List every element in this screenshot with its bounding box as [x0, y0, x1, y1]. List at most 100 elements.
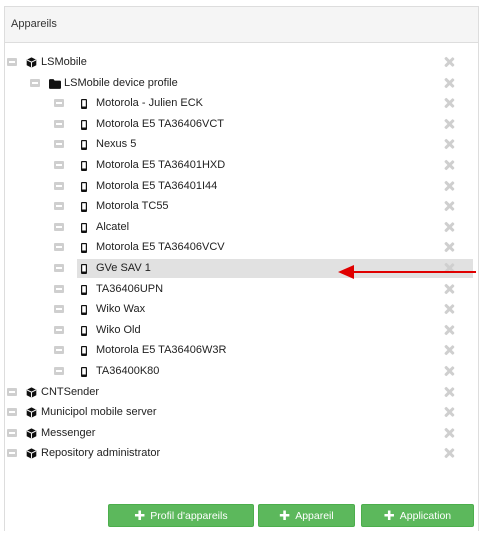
delete-icon[interactable] — [444, 387, 454, 397]
device-icon — [81, 202, 87, 213]
collapse-toggle-icon[interactable] — [54, 263, 64, 272]
delete-icon[interactable] — [444, 222, 454, 232]
device-icon — [81, 222, 87, 233]
tree-node-label: Motorola E5 TA36406W3R — [96, 344, 227, 357]
tree-node[interactable]: Motorola E5 TA36401I44 — [0, 176, 473, 197]
action-buttons: ✚ Profil d'appareils ✚ Appareil ✚ Applicati… — [0, 504, 481, 528]
add-device-button[interactable]: ✚ Appareil — [258, 504, 355, 527]
delete-icon[interactable] — [444, 325, 454, 335]
tree-node[interactable]: Motorola - Julien ECK — [0, 93, 473, 114]
delete-icon[interactable] — [444, 98, 454, 108]
collapse-toggle-icon[interactable] — [7, 58, 17, 66]
delete-icon[interactable] — [444, 160, 454, 170]
tree-node-label: Messenger — [41, 426, 96, 439]
collapse-toggle-icon[interactable] — [54, 346, 64, 355]
collapse-toggle-icon[interactable] — [54, 243, 64, 252]
add-device-profile-button[interactable]: ✚ Profil d'appareils — [108, 504, 254, 527]
tree-node-label: Wiko Wax — [96, 303, 146, 316]
device-icon — [81, 263, 87, 274]
package-icon — [26, 57, 37, 68]
delete-icon[interactable] — [444, 201, 454, 211]
delete-icon[interactable] — [444, 139, 454, 149]
delete-icon[interactable] — [444, 119, 454, 129]
plus-icon: ✚ — [134, 508, 146, 523]
package-icon — [26, 386, 37, 398]
device-icon — [81, 305, 87, 316]
tree-node-label: GVe SAV 1 — [96, 261, 151, 274]
collapse-toggle-icon[interactable] — [54, 140, 64, 149]
tree-node-label: Motorola E5 TA36406VCT — [96, 117, 224, 130]
folder-icon — [49, 78, 61, 89]
tree-node[interactable]: Motorola TC55 — [0, 196, 473, 217]
collapse-toggle-icon[interactable] — [7, 387, 17, 396]
collapse-toggle-icon[interactable] — [54, 119, 64, 128]
collapse-toggle-icon[interactable] — [54, 181, 64, 190]
tree-node-label: TA36400K80 — [96, 364, 160, 377]
tree-node[interactable]: TA36400K80 — [0, 361, 473, 382]
tree-node[interactable]: Nexus 5 — [0, 134, 473, 155]
tree-node[interactable]: LSMobile — [0, 52, 473, 73]
device-icon — [81, 366, 87, 377]
collapse-toggle-icon[interactable] — [54, 160, 64, 169]
plus-icon: ✚ — [383, 508, 395, 523]
collapse-toggle-icon[interactable] — [54, 202, 64, 211]
collapse-toggle-icon[interactable] — [7, 408, 17, 417]
delete-icon[interactable] — [444, 345, 454, 355]
device-icon — [81, 346, 87, 357]
tree-node-label: CNTSender — [41, 385, 100, 398]
tree-node-label: Motorola - Julien ECK — [96, 97, 203, 110]
delete-icon[interactable] — [444, 366, 454, 376]
tree-node-label: LSMobile device profile — [64, 76, 178, 89]
tree-node-label: TA36406UPN — [96, 282, 164, 295]
collapse-toggle-icon[interactable] — [54, 284, 64, 293]
tree-node-label: Nexus 5 — [96, 138, 137, 151]
delete-icon[interactable] — [444, 242, 454, 252]
collapse-toggle-icon[interactable] — [54, 366, 64, 375]
delete-icon[interactable] — [444, 304, 454, 314]
add-application-button[interactable]: ✚ Application — [361, 504, 474, 527]
delete-icon[interactable] — [444, 407, 454, 417]
collapse-toggle-icon[interactable] — [54, 325, 64, 334]
tree-node[interactable]: LSMobile device profile — [0, 73, 473, 94]
tree-node-label: Motorola E5 TA36401I44 — [96, 179, 218, 192]
tree-node[interactable]: Municipol mobile server — [0, 402, 473, 423]
device-icon — [81, 325, 87, 336]
plus-icon: ✚ — [279, 508, 291, 523]
collapse-toggle-icon[interactable] — [54, 222, 64, 231]
collapse-toggle-icon[interactable] — [54, 99, 64, 108]
tree-node[interactable]: Motorola E5 TA36406W3R — [0, 340, 473, 361]
collapse-toggle-icon[interactable] — [7, 428, 17, 437]
device-icon — [81, 99, 87, 110]
tree-node[interactable]: Wiko Old — [0, 320, 473, 341]
collapse-toggle-icon[interactable] — [30, 78, 40, 87]
delete-icon[interactable] — [444, 428, 454, 438]
tree-node[interactable]: Motorola E5 TA36406VCT — [0, 114, 473, 135]
tree-node[interactable]: Motorola E5 TA36401HXD — [0, 155, 473, 176]
tree-node-label: Wiko Old — [96, 323, 141, 336]
package-icon — [26, 407, 37, 418]
delete-icon[interactable] — [444, 78, 454, 88]
device-icon — [81, 181, 87, 192]
tree-node[interactable]: CNTSender — [0, 382, 473, 403]
tree-node-label: Municipol mobile server — [41, 406, 157, 419]
collapse-toggle-icon[interactable] — [54, 305, 64, 314]
device-icon — [81, 243, 87, 254]
device-icon — [81, 119, 87, 130]
delete-icon[interactable] — [444, 57, 454, 67]
tree-node[interactable]: Motorola E5 TA36406VCV — [0, 237, 473, 258]
tree-node[interactable]: Alcatel — [0, 217, 473, 238]
package-icon — [26, 428, 37, 439]
panel-title: Appareils — [5, 7, 478, 43]
delete-icon[interactable] — [444, 448, 454, 458]
device-tree: LSMobile LSMobile device profile Motorola … — [0, 52, 473, 464]
tree-node[interactable]: Wiko Wax — [0, 299, 473, 320]
tree-node[interactable]: Messenger — [0, 423, 473, 444]
delete-icon[interactable] — [444, 181, 454, 191]
tree-node[interactable]: Repository administrator — [0, 443, 473, 464]
delete-icon[interactable] — [444, 284, 454, 294]
tree-node-label: Motorola E5 TA36401HXD — [96, 158, 226, 171]
tree-node-label: Motorola TC55 — [96, 200, 169, 213]
tree-node-label: Alcatel — [96, 220, 130, 233]
tree-node[interactable]: TA36406UPN — [0, 279, 473, 300]
collapse-toggle-icon[interactable] — [7, 449, 17, 458]
